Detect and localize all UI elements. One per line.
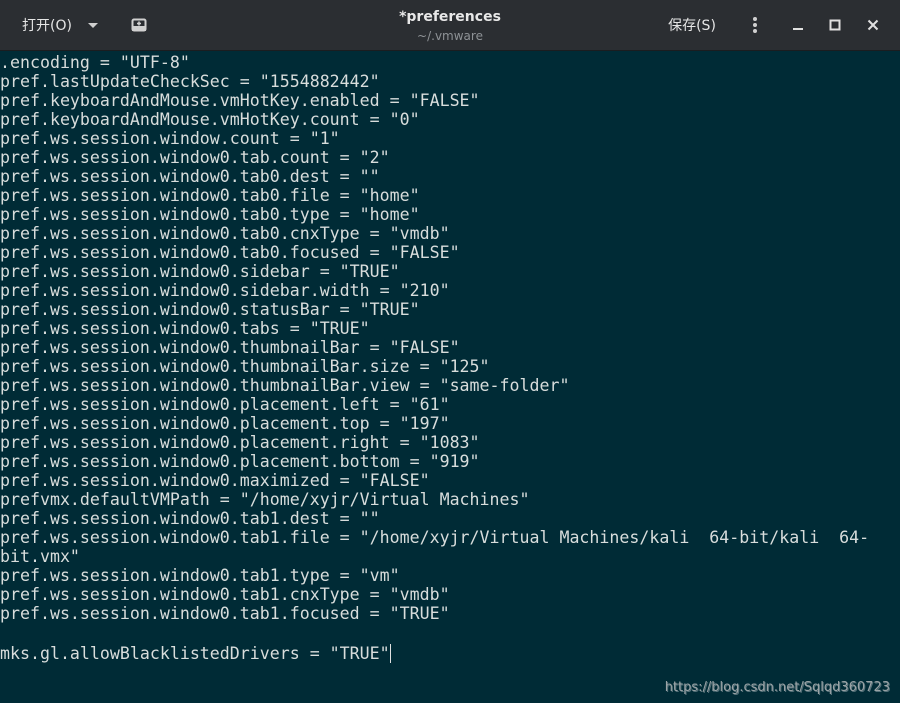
close-icon (867, 19, 879, 31)
editor-line: .encoding = "UTF-8" (0, 53, 190, 72)
editor-line-current: mks.gl.allowBlacklistedDrivers = "TRUE" (0, 644, 390, 663)
text-editor-area[interactable]: .encoding = "UTF-8" pref.lastUpdateCheck… (0, 52, 900, 703)
editor-line: pref.ws.session.window0.maximized = "FAL… (0, 471, 430, 490)
editor-line: pref.ws.session.window0.tab1.focused = "… (0, 604, 450, 623)
menu-icon[interactable] (738, 8, 772, 42)
new-document-button[interactable] (122, 8, 156, 42)
editor-line: pref.keyboardAndMouse.vmHotKey.enabled =… (0, 91, 480, 110)
editor-line: pref.ws.session.window0.sidebar = "TRUE" (0, 262, 400, 281)
maximize-button[interactable] (818, 8, 852, 42)
editor-line: pref.ws.session.window0.tab0.cnxType = "… (0, 224, 450, 243)
editor-line: pref.keyboardAndMouse.vmHotKey.count = "… (0, 110, 420, 129)
minimize-button[interactable] (781, 8, 815, 42)
save-button[interactable]: 保存(S) (656, 8, 728, 42)
editor-line: pref.ws.session.window0.tab0.type = "hom… (0, 205, 420, 224)
editor-line: pref.lastUpdateCheckSec = "1554882442" (0, 72, 380, 91)
editor-line: pref.ws.session.window0.tab1.type = "vm" (0, 566, 400, 585)
more-options-icon (753, 17, 757, 33)
title-area: *preferences ~/.vmware (300, 8, 600, 44)
watermark: https://blog.csdn.net/Sqlqd360723 (664, 680, 890, 695)
document-title: *preferences (399, 9, 501, 25)
editor-line: pref.ws.session.window0.placement.top = … (0, 414, 450, 433)
close-button[interactable] (856, 8, 890, 42)
new-document-icon (131, 18, 147, 32)
editor-line: pref.ws.session.window0.placement.left =… (0, 395, 450, 414)
document-path: ~/.vmware (417, 29, 483, 43)
editor-line: pref.ws.session.window0.tab.count = "2" (0, 148, 390, 167)
maximize-icon (829, 19, 841, 31)
editor-line: pref.ws.session.window0.placement.right … (0, 433, 480, 452)
editor-line: pref.ws.session.window0.sidebar.width = … (0, 281, 450, 300)
editor-line: pref.ws.session.window0.thumbnailBar.siz… (0, 357, 490, 376)
editor-line: pref.ws.session.window0.tab1.dest = "" (0, 509, 380, 528)
header-bar: 打开(O) *preferences ~/.vmware 保存(S) (0, 0, 900, 51)
editor-line: prefvmx.defaultVMPath = "/home/xyjr/Virt… (0, 490, 530, 509)
text-editor-window: 打开(O) *preferences ~/.vmware 保存(S) .enco… (0, 0, 900, 703)
editor-line: pref.ws.session.window0.placement.bottom… (0, 452, 480, 471)
editor-line: pref.ws.session.window0.tab0.dest = "" (0, 167, 380, 186)
editor-line: pref.ws.session.window0.thumbnailBar.vie… (0, 376, 570, 395)
editor-line: pref.ws.session.window0.tab1.file = "/ho… (0, 528, 870, 547)
minimize-icon (793, 28, 803, 30)
editor-line: pref.ws.session.window.count = "1" (0, 129, 340, 148)
editor-line: pref.ws.session.window0.thumbnailBar = "… (0, 338, 460, 357)
open-button[interactable]: 打开(O) (8, 8, 108, 42)
editor-line: pref.ws.session.window0.tabs = "TRUE" (0, 319, 370, 338)
editor-line: bit.vmx" (0, 547, 80, 566)
editor-line: pref.ws.session.window0.statusBar = "TRU… (0, 300, 420, 319)
chevron-down-icon (88, 22, 98, 28)
editor-line: pref.ws.session.window0.tab0.focused = "… (0, 243, 460, 262)
open-button-label: 打开(O) (22, 18, 72, 34)
editor-line: pref.ws.session.window0.tab0.file = "hom… (0, 186, 420, 205)
editor-line: pref.ws.session.window0.tab1.cnxType = "… (0, 585, 450, 604)
text-cursor (390, 644, 391, 663)
